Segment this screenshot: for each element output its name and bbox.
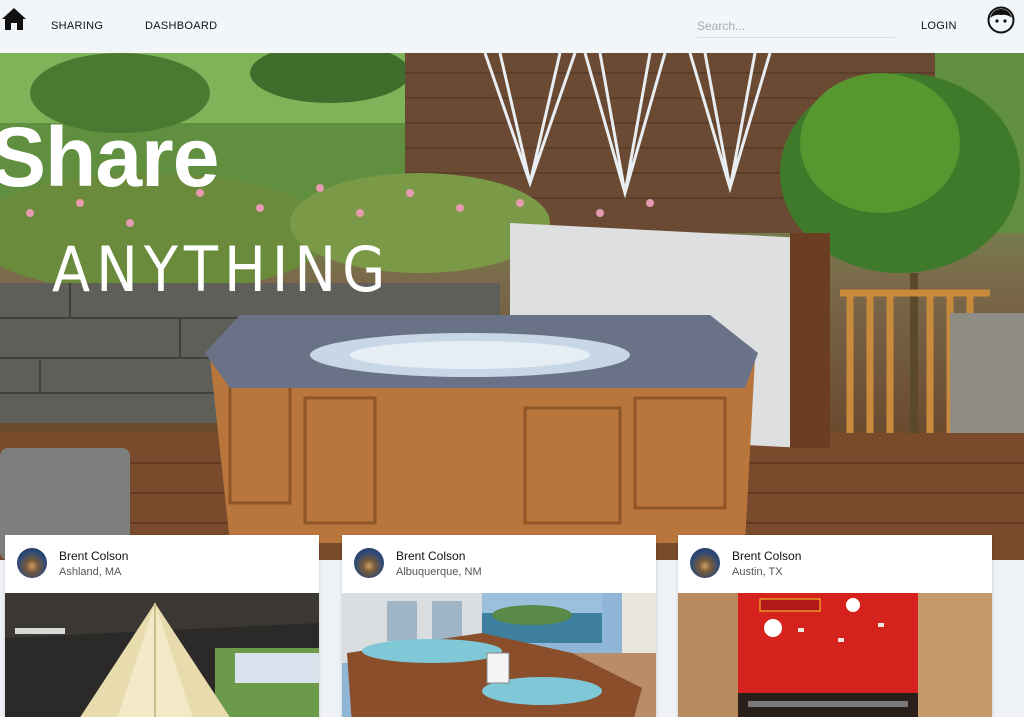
listing-photo (678, 593, 992, 717)
owner-name: Brent Colson (732, 549, 802, 563)
avatar (17, 548, 47, 578)
hero-title: Share (0, 110, 219, 204)
listing-location: Austin, TX (732, 566, 783, 578)
nav-link-dashboard[interactable]: DASHBOARD (145, 20, 217, 32)
search-input[interactable] (697, 14, 895, 38)
listing-card[interactable]: Brent Colson Albuquerque, NM (342, 535, 656, 717)
listing-photo (5, 593, 319, 717)
login-link[interactable]: LOGIN (921, 20, 957, 32)
home-icon[interactable] (1, 7, 27, 31)
listing-card[interactable]: Brent Colson Ashland, MA (5, 535, 319, 717)
nav-link-sharing[interactable]: SHARING (51, 20, 103, 32)
top-nav-bar: SHARING DASHBOARD LOGIN (0, 0, 1024, 53)
owner-name: Brent Colson (396, 549, 466, 563)
listing-location: Ashland, MA (59, 566, 122, 578)
avatar (690, 548, 720, 578)
owner-name: Brent Colson (59, 549, 129, 563)
user-face-icon[interactable] (987, 6, 1015, 34)
listing-card[interactable]: Brent Colson Austin, TX (678, 535, 992, 717)
listing-photo (342, 593, 656, 717)
hero-subtitle: ANYTHING (52, 233, 392, 306)
avatar (354, 548, 384, 578)
listing-location: Albuquerque, NM (396, 566, 482, 578)
hero-banner: Share ANYTHING (0, 53, 1024, 560)
